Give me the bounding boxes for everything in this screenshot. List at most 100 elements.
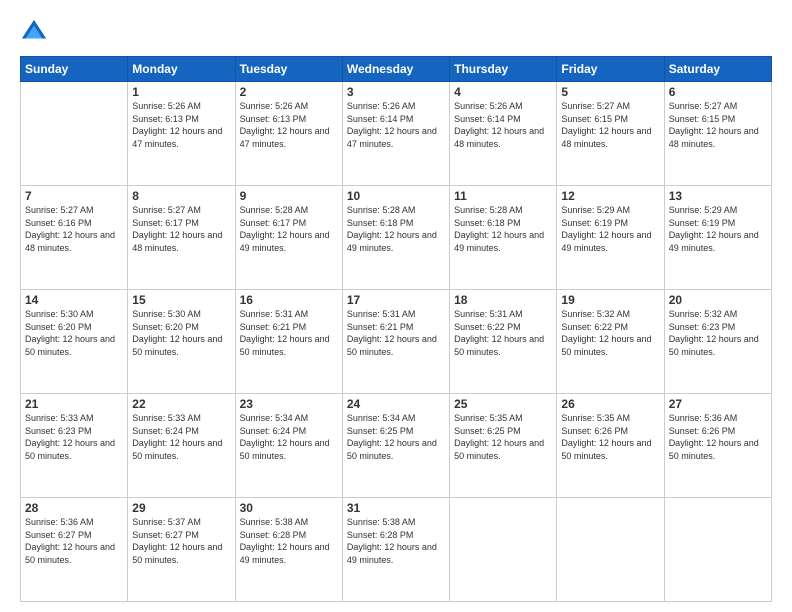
day-number: 16 bbox=[240, 293, 338, 307]
day-info: Sunrise: 5:26 AMSunset: 6:13 PMDaylight:… bbox=[240, 100, 338, 150]
calendar-cell: 21Sunrise: 5:33 AMSunset: 6:23 PMDayligh… bbox=[21, 394, 128, 498]
calendar-cell bbox=[21, 82, 128, 186]
calendar-cell: 15Sunrise: 5:30 AMSunset: 6:20 PMDayligh… bbox=[128, 290, 235, 394]
day-info: Sunrise: 5:26 AMSunset: 6:13 PMDaylight:… bbox=[132, 100, 230, 150]
day-number: 21 bbox=[25, 397, 123, 411]
day-number: 30 bbox=[240, 501, 338, 515]
logo bbox=[20, 18, 52, 46]
day-info: Sunrise: 5:31 AMSunset: 6:22 PMDaylight:… bbox=[454, 308, 552, 358]
day-number: 27 bbox=[669, 397, 767, 411]
day-number: 18 bbox=[454, 293, 552, 307]
day-number: 11 bbox=[454, 189, 552, 203]
calendar-cell: 11Sunrise: 5:28 AMSunset: 6:18 PMDayligh… bbox=[450, 186, 557, 290]
day-number: 10 bbox=[347, 189, 445, 203]
day-info: Sunrise: 5:30 AMSunset: 6:20 PMDaylight:… bbox=[25, 308, 123, 358]
weekday-header-wednesday: Wednesday bbox=[342, 57, 449, 82]
day-info: Sunrise: 5:34 AMSunset: 6:25 PMDaylight:… bbox=[347, 412, 445, 462]
calendar-cell: 6Sunrise: 5:27 AMSunset: 6:15 PMDaylight… bbox=[664, 82, 771, 186]
day-number: 5 bbox=[561, 85, 659, 99]
day-number: 20 bbox=[669, 293, 767, 307]
day-info: Sunrise: 5:28 AMSunset: 6:17 PMDaylight:… bbox=[240, 204, 338, 254]
calendar-cell: 13Sunrise: 5:29 AMSunset: 6:19 PMDayligh… bbox=[664, 186, 771, 290]
week-row-3: 21Sunrise: 5:33 AMSunset: 6:23 PMDayligh… bbox=[21, 394, 772, 498]
week-row-1: 7Sunrise: 5:27 AMSunset: 6:16 PMDaylight… bbox=[21, 186, 772, 290]
day-info: Sunrise: 5:31 AMSunset: 6:21 PMDaylight:… bbox=[347, 308, 445, 358]
day-info: Sunrise: 5:37 AMSunset: 6:27 PMDaylight:… bbox=[132, 516, 230, 566]
calendar-cell: 1Sunrise: 5:26 AMSunset: 6:13 PMDaylight… bbox=[128, 82, 235, 186]
day-number: 23 bbox=[240, 397, 338, 411]
calendar-cell: 4Sunrise: 5:26 AMSunset: 6:14 PMDaylight… bbox=[450, 82, 557, 186]
calendar-cell: 20Sunrise: 5:32 AMSunset: 6:23 PMDayligh… bbox=[664, 290, 771, 394]
day-info: Sunrise: 5:35 AMSunset: 6:26 PMDaylight:… bbox=[561, 412, 659, 462]
day-info: Sunrise: 5:29 AMSunset: 6:19 PMDaylight:… bbox=[561, 204, 659, 254]
day-number: 22 bbox=[132, 397, 230, 411]
weekday-header-row: SundayMondayTuesdayWednesdayThursdayFrid… bbox=[21, 57, 772, 82]
weekday-header-saturday: Saturday bbox=[664, 57, 771, 82]
calendar-cell: 2Sunrise: 5:26 AMSunset: 6:13 PMDaylight… bbox=[235, 82, 342, 186]
day-info: Sunrise: 5:30 AMSunset: 6:20 PMDaylight:… bbox=[132, 308, 230, 358]
weekday-header-thursday: Thursday bbox=[450, 57, 557, 82]
page: SundayMondayTuesdayWednesdayThursdayFrid… bbox=[0, 0, 792, 612]
calendar-cell: 31Sunrise: 5:38 AMSunset: 6:28 PMDayligh… bbox=[342, 498, 449, 602]
day-info: Sunrise: 5:38 AMSunset: 6:28 PMDaylight:… bbox=[240, 516, 338, 566]
calendar-cell: 14Sunrise: 5:30 AMSunset: 6:20 PMDayligh… bbox=[21, 290, 128, 394]
day-number: 29 bbox=[132, 501, 230, 515]
day-info: Sunrise: 5:32 AMSunset: 6:23 PMDaylight:… bbox=[669, 308, 767, 358]
calendar-cell: 16Sunrise: 5:31 AMSunset: 6:21 PMDayligh… bbox=[235, 290, 342, 394]
day-info: Sunrise: 5:29 AMSunset: 6:19 PMDaylight:… bbox=[669, 204, 767, 254]
calendar-cell: 10Sunrise: 5:28 AMSunset: 6:18 PMDayligh… bbox=[342, 186, 449, 290]
calendar-cell: 22Sunrise: 5:33 AMSunset: 6:24 PMDayligh… bbox=[128, 394, 235, 498]
day-info: Sunrise: 5:27 AMSunset: 6:15 PMDaylight:… bbox=[669, 100, 767, 150]
day-info: Sunrise: 5:33 AMSunset: 6:23 PMDaylight:… bbox=[25, 412, 123, 462]
day-info: Sunrise: 5:31 AMSunset: 6:21 PMDaylight:… bbox=[240, 308, 338, 358]
calendar-cell: 3Sunrise: 5:26 AMSunset: 6:14 PMDaylight… bbox=[342, 82, 449, 186]
day-info: Sunrise: 5:27 AMSunset: 6:17 PMDaylight:… bbox=[132, 204, 230, 254]
day-info: Sunrise: 5:26 AMSunset: 6:14 PMDaylight:… bbox=[454, 100, 552, 150]
calendar-table: SundayMondayTuesdayWednesdayThursdayFrid… bbox=[20, 56, 772, 602]
logo-icon bbox=[20, 18, 48, 46]
week-row-4: 28Sunrise: 5:36 AMSunset: 6:27 PMDayligh… bbox=[21, 498, 772, 602]
day-number: 6 bbox=[669, 85, 767, 99]
weekday-header-sunday: Sunday bbox=[21, 57, 128, 82]
day-number: 3 bbox=[347, 85, 445, 99]
day-number: 2 bbox=[240, 85, 338, 99]
day-number: 4 bbox=[454, 85, 552, 99]
calendar-cell: 9Sunrise: 5:28 AMSunset: 6:17 PMDaylight… bbox=[235, 186, 342, 290]
day-info: Sunrise: 5:33 AMSunset: 6:24 PMDaylight:… bbox=[132, 412, 230, 462]
day-number: 9 bbox=[240, 189, 338, 203]
calendar-cell bbox=[450, 498, 557, 602]
day-number: 24 bbox=[347, 397, 445, 411]
calendar-cell: 23Sunrise: 5:34 AMSunset: 6:24 PMDayligh… bbox=[235, 394, 342, 498]
calendar-cell bbox=[664, 498, 771, 602]
day-info: Sunrise: 5:27 AMSunset: 6:15 PMDaylight:… bbox=[561, 100, 659, 150]
calendar-cell: 29Sunrise: 5:37 AMSunset: 6:27 PMDayligh… bbox=[128, 498, 235, 602]
calendar-cell bbox=[557, 498, 664, 602]
calendar-cell: 19Sunrise: 5:32 AMSunset: 6:22 PMDayligh… bbox=[557, 290, 664, 394]
weekday-header-friday: Friday bbox=[557, 57, 664, 82]
day-number: 8 bbox=[132, 189, 230, 203]
day-info: Sunrise: 5:28 AMSunset: 6:18 PMDaylight:… bbox=[454, 204, 552, 254]
day-number: 7 bbox=[25, 189, 123, 203]
week-row-0: 1Sunrise: 5:26 AMSunset: 6:13 PMDaylight… bbox=[21, 82, 772, 186]
header bbox=[20, 18, 772, 46]
calendar-cell: 8Sunrise: 5:27 AMSunset: 6:17 PMDaylight… bbox=[128, 186, 235, 290]
day-number: 13 bbox=[669, 189, 767, 203]
day-number: 25 bbox=[454, 397, 552, 411]
calendar-cell: 25Sunrise: 5:35 AMSunset: 6:25 PMDayligh… bbox=[450, 394, 557, 498]
day-info: Sunrise: 5:36 AMSunset: 6:27 PMDaylight:… bbox=[25, 516, 123, 566]
day-number: 28 bbox=[25, 501, 123, 515]
calendar-cell: 17Sunrise: 5:31 AMSunset: 6:21 PMDayligh… bbox=[342, 290, 449, 394]
calendar-cell: 7Sunrise: 5:27 AMSunset: 6:16 PMDaylight… bbox=[21, 186, 128, 290]
calendar-cell: 18Sunrise: 5:31 AMSunset: 6:22 PMDayligh… bbox=[450, 290, 557, 394]
calendar-cell: 12Sunrise: 5:29 AMSunset: 6:19 PMDayligh… bbox=[557, 186, 664, 290]
day-info: Sunrise: 5:36 AMSunset: 6:26 PMDaylight:… bbox=[669, 412, 767, 462]
calendar-cell: 28Sunrise: 5:36 AMSunset: 6:27 PMDayligh… bbox=[21, 498, 128, 602]
calendar-cell: 27Sunrise: 5:36 AMSunset: 6:26 PMDayligh… bbox=[664, 394, 771, 498]
weekday-header-tuesday: Tuesday bbox=[235, 57, 342, 82]
calendar-cell: 24Sunrise: 5:34 AMSunset: 6:25 PMDayligh… bbox=[342, 394, 449, 498]
calendar-cell: 30Sunrise: 5:38 AMSunset: 6:28 PMDayligh… bbox=[235, 498, 342, 602]
day-number: 17 bbox=[347, 293, 445, 307]
day-number: 19 bbox=[561, 293, 659, 307]
day-info: Sunrise: 5:27 AMSunset: 6:16 PMDaylight:… bbox=[25, 204, 123, 254]
calendar-cell: 26Sunrise: 5:35 AMSunset: 6:26 PMDayligh… bbox=[557, 394, 664, 498]
